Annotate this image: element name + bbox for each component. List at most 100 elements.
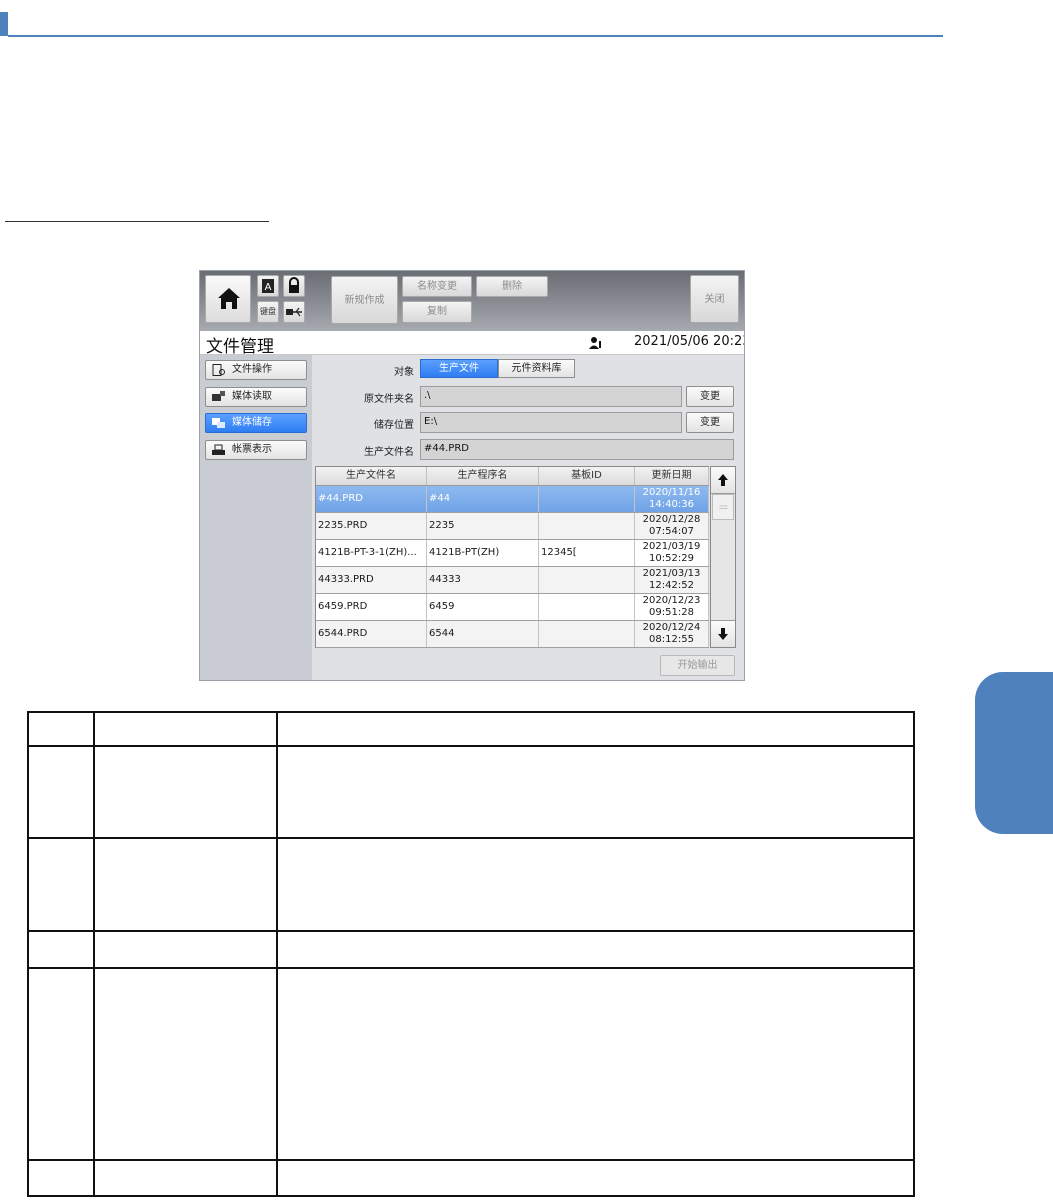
prod-filename-field[interactable]: #44.PRD [420,439,734,460]
sidebar-item-media-read[interactable]: 媒体读取 [205,387,307,407]
cell-board-id [539,594,635,620]
main-panel: 对象 生产文件 元件资料库 原文件夹名 .\ 变更 储存位置 E:\ 变更 生产… [312,355,744,680]
date-text: 2021/03/13 [642,568,701,579]
save-location-label: 储存位置 [374,420,414,431]
cell-file: 4121B-PT-3-1(ZH)... [316,540,427,566]
table-row-divider [29,745,913,747]
toolbar: A 键盘 新规作成 名称变更 删除 复制 关闭 [200,271,744,331]
table-row-divider [29,1159,913,1161]
table-row[interactable]: 6544.PRD 6544 2020/12/24 08:12:55 [316,621,709,648]
datetime-display: 2021/05/06 20:23 [634,334,745,349]
table-scrollbar[interactable]: :::::: [710,466,736,648]
arrow-down-icon [718,628,728,640]
start-output-button[interactable]: 开始输出 [660,655,735,676]
close-button[interactable]: 关闭 [690,275,739,323]
target-option-component-library[interactable]: 元件资料库 [498,359,575,378]
table-column-divider [276,713,278,1195]
file-table: 生产文件名 生产程序名 基板ID 更新日期 #44.PRD #44 2020/1… [315,466,709,648]
keyboard-label: 键盘 [260,307,276,316]
copy-button[interactable]: 复制 [402,301,472,323]
section-underline [5,221,269,222]
cell-date: 2021/03/19 10:52:29 [635,540,709,566]
cell-date: 2020/12/23 09:51:28 [635,594,709,620]
cell-date: 2020/12/24 08:12:55 [635,621,709,647]
table-row[interactable]: 6459.PRD 6459 2020/12/23 09:51:28 [316,594,709,621]
rename-button[interactable]: 名称变更 [402,276,472,297]
source-folder-field[interactable]: .\ [420,386,682,407]
home-button[interactable] [205,275,251,323]
save-location-field[interactable]: E:\ [420,412,682,433]
table-row[interactable]: #44.PRD #44 2020/11/16 14:40:36 [316,486,709,513]
printer-icon [212,444,225,455]
table-row[interactable]: 44333.PRD 44333 2021/03/13 12:42:52 [316,567,709,594]
sidebar-item-media-save[interactable]: 媒体储存 [205,413,307,433]
cell-program: 4121B-PT(ZH) [427,540,539,566]
cell-file: 2235.PRD [316,513,427,539]
time-text: 14:40:36 [649,499,694,510]
time-text: 09:51:28 [649,607,694,618]
header-rule [8,35,943,37]
table-row-divider [29,930,913,932]
change-source-folder-button[interactable]: 变更 [686,386,734,407]
arrow-up-icon [718,474,728,486]
cell-date: 2020/12/28 07:54:07 [635,513,709,539]
time-text: 07:54:07 [649,526,694,537]
cell-board-id: 12345[ [539,540,635,566]
cell-program: 6544 [427,621,539,647]
time-text: 08:12:55 [649,634,694,645]
user-key-icon[interactable] [589,336,603,350]
sidebar-item-label: 帐票表示 [232,444,272,455]
date-text: 2020/12/23 [642,595,701,606]
date-text: 2020/12/24 [642,622,701,633]
cell-program: #44 [427,486,539,512]
time-text: 12:42:52 [649,580,694,591]
cell-file: #44.PRD [316,486,427,512]
new-create-button[interactable]: 新规作成 [331,276,398,324]
target-option-production-file[interactable]: 生产文件 [420,359,498,378]
file-management-screen: A 键盘 新规作成 名称变更 删除 复制 关闭 文件管理 2021/05/06 … [199,270,745,681]
cell-file: 6459.PRD [316,594,427,620]
file-ops-icon [212,364,225,376]
title-bar: 文件管理 2021/05/06 20:23 [200,331,745,357]
scroll-up-button[interactable] [711,467,735,494]
cell-file: 6544.PRD [316,621,427,647]
cell-program: 6459 [427,594,539,620]
font-button[interactable]: A [257,275,279,297]
header-accent-bar [0,12,8,36]
keyboard-button[interactable]: 键盘 [257,301,279,323]
cell-date: 2021/03/13 12:42:52 [635,567,709,593]
chapter-side-tab [975,672,1053,834]
column-header[interactable]: 基板ID [539,467,635,485]
sidebar-item-file-ops[interactable]: 文件操作 [205,360,307,380]
media-save-icon [212,418,225,428]
usb-button[interactable] [283,301,305,323]
table-row[interactable]: 4121B-PT-3-1(ZH)... 4121B-PT(ZH) 12345[ … [316,540,709,567]
delete-button[interactable]: 删除 [476,276,548,297]
sidebar-item-label: 媒体读取 [232,391,272,402]
cell-program: 2235 [427,513,539,539]
sidebar-item-label: 媒体储存 [232,417,272,428]
table-row-divider [29,837,913,839]
lock-icon [289,277,299,293]
table-row[interactable]: 2235.PRD 2235 2020/12/28 07:54:07 [316,513,709,540]
scroll-thumb[interactable]: :::::: [712,494,734,520]
media-read-icon [212,391,225,401]
target-label: 对象 [394,367,414,378]
column-header[interactable]: 更新日期 [635,467,709,485]
cell-file: 44333.PRD [316,567,427,593]
column-header[interactable]: 生产文件名 [316,467,427,485]
lock-button[interactable] [283,275,305,297]
reference-table [27,711,915,1197]
scroll-down-button[interactable] [711,620,735,647]
table-row-divider [29,967,913,969]
cell-board-id [539,486,635,512]
source-folder-label: 原文件夹名 [364,394,414,405]
cell-board-id [539,513,635,539]
prod-filename-label: 生产文件名 [364,447,414,458]
change-save-location-button[interactable]: 变更 [686,412,734,433]
column-header[interactable]: 生产程序名 [427,467,539,485]
date-text: 2021/03/19 [642,541,701,552]
sidebar-item-report[interactable]: 帐票表示 [205,440,307,460]
date-text: 2020/12/28 [642,514,701,525]
page-title: 文件管理 [206,337,274,357]
